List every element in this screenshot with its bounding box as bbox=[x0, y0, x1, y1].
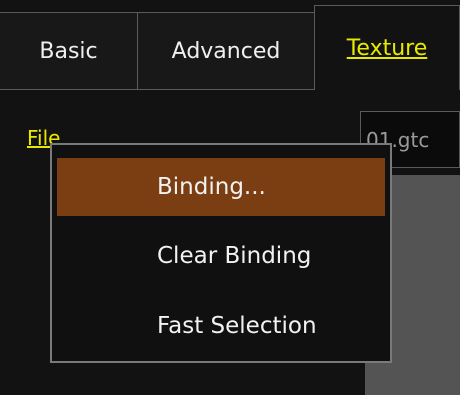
tab-texture-label: Texture bbox=[346, 36, 428, 61]
tab-texture[interactable]: Texture bbox=[314, 5, 460, 90]
menu-item-binding[interactable]: Binding... bbox=[57, 158, 385, 216]
tab-basic-label: Basic bbox=[39, 38, 98, 64]
file-context-menu: Binding... Clear Binding Fast Selection bbox=[50, 143, 392, 363]
tab-basic[interactable]: Basic bbox=[0, 12, 138, 90]
menu-item-clear-binding-label: Clear Binding bbox=[157, 243, 312, 269]
menu-item-fast-selection[interactable]: Fast Selection bbox=[57, 297, 385, 355]
tab-divider bbox=[0, 89, 314, 90]
menu-item-binding-label: Binding... bbox=[157, 174, 266, 200]
menu-item-fast-selection-label: Fast Selection bbox=[157, 313, 317, 339]
tab-advanced-label: Advanced bbox=[171, 38, 281, 64]
tab-advanced[interactable]: Advanced bbox=[137, 12, 315, 90]
texture-settings-window: Basic Advanced Texture File 01.gtc Bindi… bbox=[0, 0, 467, 395]
menu-item-clear-binding[interactable]: Clear Binding bbox=[57, 227, 385, 285]
